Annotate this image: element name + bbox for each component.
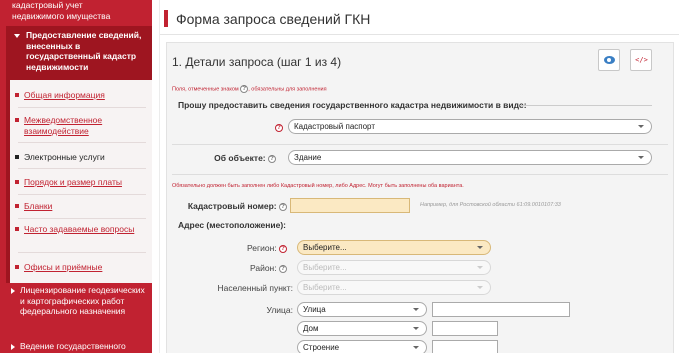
- address-label: Адрес (местоположение):: [178, 220, 287, 230]
- chevron-down-icon: [413, 327, 419, 330]
- main-content: Форма запроса сведений ГКН 1. Детали зап…: [159, 0, 679, 353]
- sidebar-item-cadastral-registration[interactable]: кадастровый учет недвижимого имущества: [12, 0, 152, 22]
- divider: [172, 144, 668, 145]
- street-input[interactable]: [432, 302, 570, 317]
- bullet-icon: [15, 204, 19, 208]
- chevron-down-icon: [638, 125, 644, 128]
- bullet-icon: [15, 93, 19, 97]
- warning-text: Обязательно должен быть заполнен либо Ка…: [172, 183, 464, 189]
- divider: [18, 252, 146, 253]
- district-label: Район: ?: [180, 263, 287, 273]
- bullet-icon: [15, 118, 19, 122]
- region-label: Регион: ?: [180, 243, 287, 253]
- sidebar-submenu: Общая информация Межведомственное взаимо…: [6, 80, 152, 283]
- cadastral-example: Например, для Ростовской области 61:09.0…: [420, 202, 561, 208]
- sidebar-item-maintenance[interactable]: Ведение государственного: [8, 341, 148, 352]
- locality-label: Населенный пункт:: [217, 283, 293, 293]
- chevron-down-icon: [413, 346, 419, 349]
- submenu-item-faq[interactable]: Часто задаваемые вопросы: [15, 224, 140, 235]
- sidebar-item-label: Лицензирование геодезических и картограф…: [20, 285, 145, 316]
- object-label: Об объекте: ?: [180, 153, 276, 163]
- section-label: Прошу предоставить сведения государствен…: [178, 100, 527, 110]
- object-select[interactable]: Здание: [288, 150, 652, 165]
- sidebar-item-label: Предоставление сведений, внесенных в гос…: [26, 30, 142, 72]
- xml-button[interactable]: </>: [630, 49, 652, 71]
- sidebar: кадастровый учет недвижимого имущества П…: [0, 0, 152, 353]
- submenu-item-offices[interactable]: Офисы и приёмные: [15, 262, 140, 273]
- locality-select[interactable]: Выберите...: [297, 280, 491, 295]
- chevron-right-icon: [11, 288, 15, 294]
- district-select[interactable]: Выберите...: [297, 260, 491, 275]
- submenu-item-e-services[interactable]: Электронные услуги: [15, 152, 140, 163]
- page-title: Форма запроса сведений ГКН: [176, 11, 371, 27]
- divider: [18, 218, 146, 219]
- bullet-icon: [15, 265, 19, 269]
- preview-button[interactable]: [598, 49, 620, 71]
- chevron-down-icon: [477, 286, 483, 289]
- divider: [172, 174, 668, 175]
- help-icon[interactable]: ?: [279, 264, 287, 273]
- document-type-select[interactable]: Кадастровый паспорт: [288, 119, 652, 134]
- chevron-down-icon: [477, 266, 483, 269]
- region-select[interactable]: Выберите...: [297, 240, 491, 255]
- divider: [18, 194, 146, 195]
- chevron-down-icon: [14, 34, 20, 38]
- cadastral-number-label: Кадастровый номер: ?: [168, 201, 287, 211]
- code-icon: </>: [635, 56, 648, 64]
- chevron-down-icon: [413, 308, 419, 311]
- step-title: 1. Детали запроса (шаг 1 из 4): [172, 55, 342, 69]
- divider: [18, 142, 146, 143]
- chevron-down-icon: [638, 156, 644, 159]
- submenu-item-general-info[interactable]: Общая информация: [15, 90, 140, 101]
- building-type-select[interactable]: Строение: [297, 340, 427, 353]
- sidebar-item-label: Ведение государственного: [20, 341, 126, 351]
- divider: [520, 105, 652, 106]
- divider: [160, 34, 679, 35]
- title-accent: [164, 10, 168, 27]
- bullet-icon: [15, 155, 19, 159]
- house-input[interactable]: [432, 321, 498, 336]
- divider: [18, 168, 146, 169]
- street-type-select[interactable]: Улица: [297, 302, 427, 317]
- help-icon[interactable]: ?: [279, 244, 287, 253]
- cadastral-number-input[interactable]: [290, 198, 410, 213]
- street-label: Улица:: [266, 305, 294, 315]
- submenu-item-interdepartmental[interactable]: Межведомственное взаимодействие: [15, 115, 140, 136]
- bullet-icon: [15, 180, 19, 184]
- submenu-item-forms[interactable]: Бланки: [15, 201, 140, 212]
- required-hint: Поля, отмеченные знаком ?, обязательны д…: [172, 85, 327, 93]
- eye-icon: [604, 56, 615, 64]
- sidebar-item-provision-of-info[interactable]: Предоставление сведений, внесенных в гос…: [6, 26, 152, 80]
- bullet-icon: [15, 227, 19, 231]
- chevron-down-icon: [477, 246, 483, 249]
- help-icon[interactable]: ?: [275, 124, 283, 132]
- submenu-item-fees[interactable]: Порядок и размер платы: [15, 177, 140, 188]
- help-icon[interactable]: ?: [268, 154, 276, 163]
- divider: [18, 107, 146, 108]
- help-icon[interactable]: ?: [279, 202, 287, 211]
- chevron-right-icon: [11, 344, 15, 350]
- building-input[interactable]: [432, 340, 498, 353]
- sidebar-item-licensing[interactable]: Лицензирование геодезических и картограф…: [8, 285, 148, 317]
- house-type-select[interactable]: Дом: [297, 321, 427, 336]
